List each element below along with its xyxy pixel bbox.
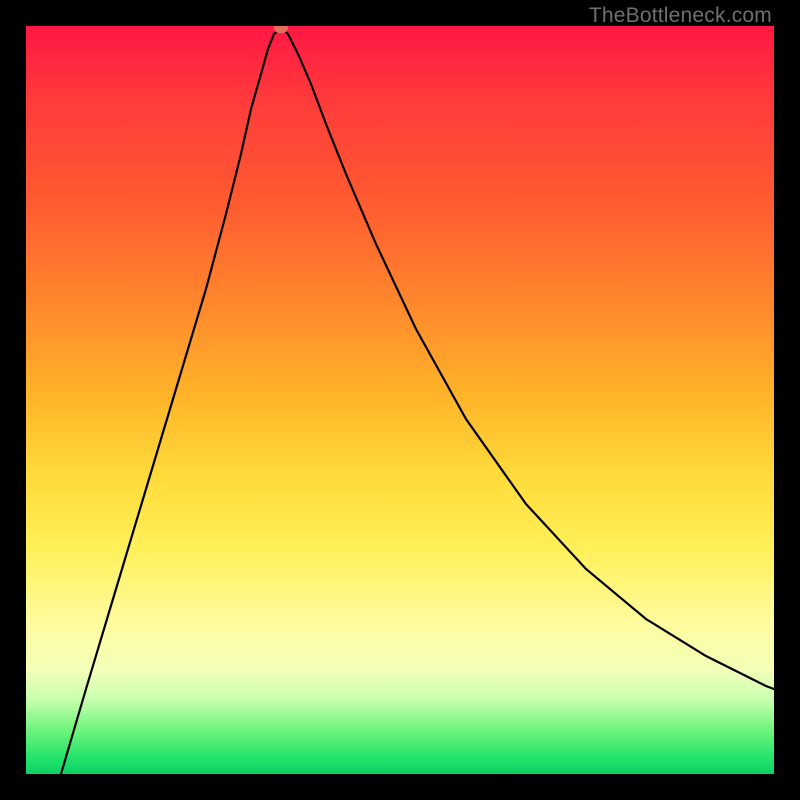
bottleneck-curve [26,26,774,774]
watermark-label: TheBottleneck.com [589,4,772,28]
curve-minimum-marker [274,26,288,33]
chart-frame [26,26,774,774]
